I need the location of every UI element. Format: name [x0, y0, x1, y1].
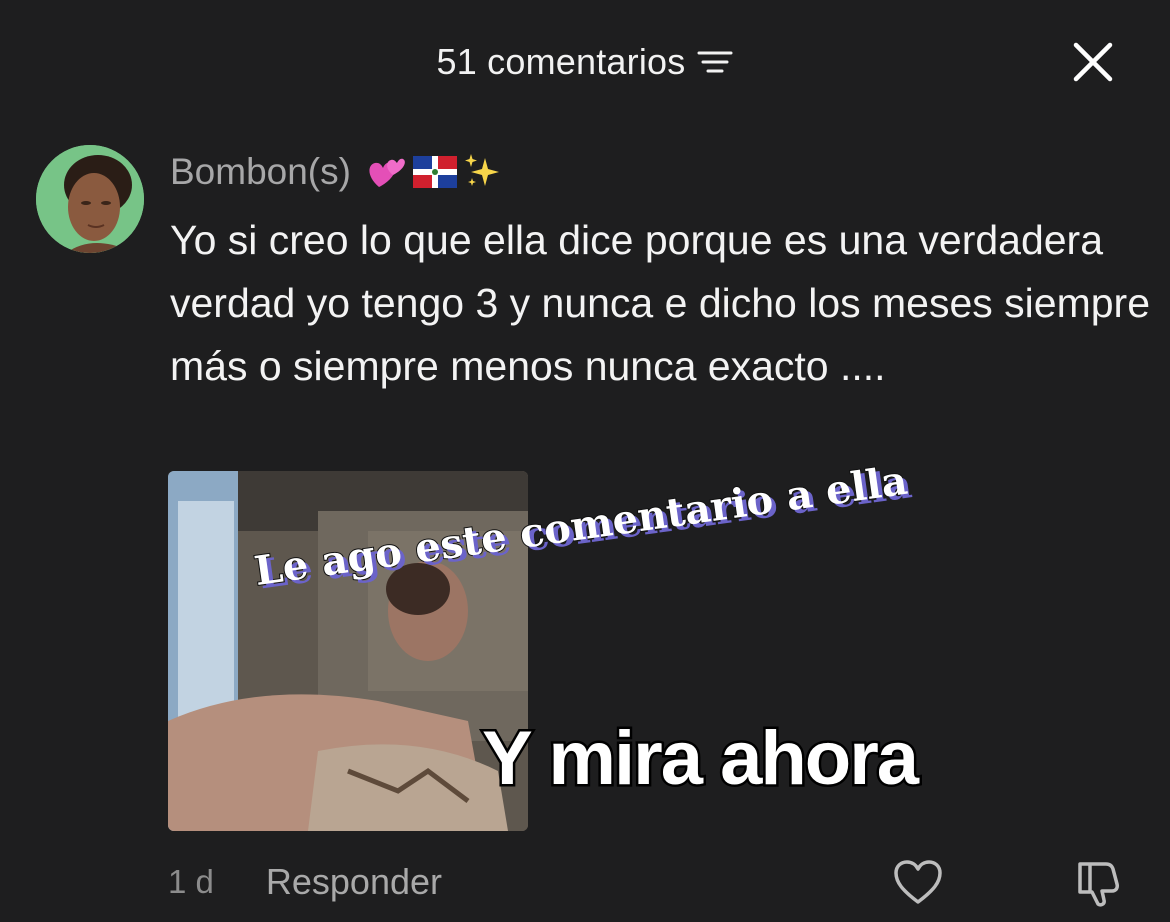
comment-text: Yo si creo lo que ella dice porque es un… [170, 217, 1150, 389]
comment-footer: 1 d Responder [168, 856, 1138, 908]
reply-button[interactable]: Responder [266, 861, 442, 903]
comments-header: 51 comentarios [0, 30, 1170, 94]
user-badges [365, 152, 503, 192]
media-overlay-caption-2: Y mira ahora [479, 714, 921, 804]
thumbs-down-icon[interactable] [1072, 856, 1124, 908]
avatar-image [36, 145, 144, 253]
comments-count-title: 51 comentarios [436, 41, 686, 82]
avatar[interactable] [36, 145, 144, 253]
username[interactable]: Bombon(s) [170, 151, 351, 193]
sparkles-emoji-icon [464, 154, 499, 186]
comment-timestamp: 1 d [168, 863, 214, 900]
sort-filter-icon[interactable] [697, 49, 733, 75]
username-row: Bombon(s) [170, 149, 503, 195]
dominican-flag-icon [412, 156, 457, 188]
heart-icon[interactable] [892, 858, 944, 906]
close-icon[interactable] [1072, 41, 1114, 83]
two-hearts-emoji-icon [369, 158, 405, 187]
